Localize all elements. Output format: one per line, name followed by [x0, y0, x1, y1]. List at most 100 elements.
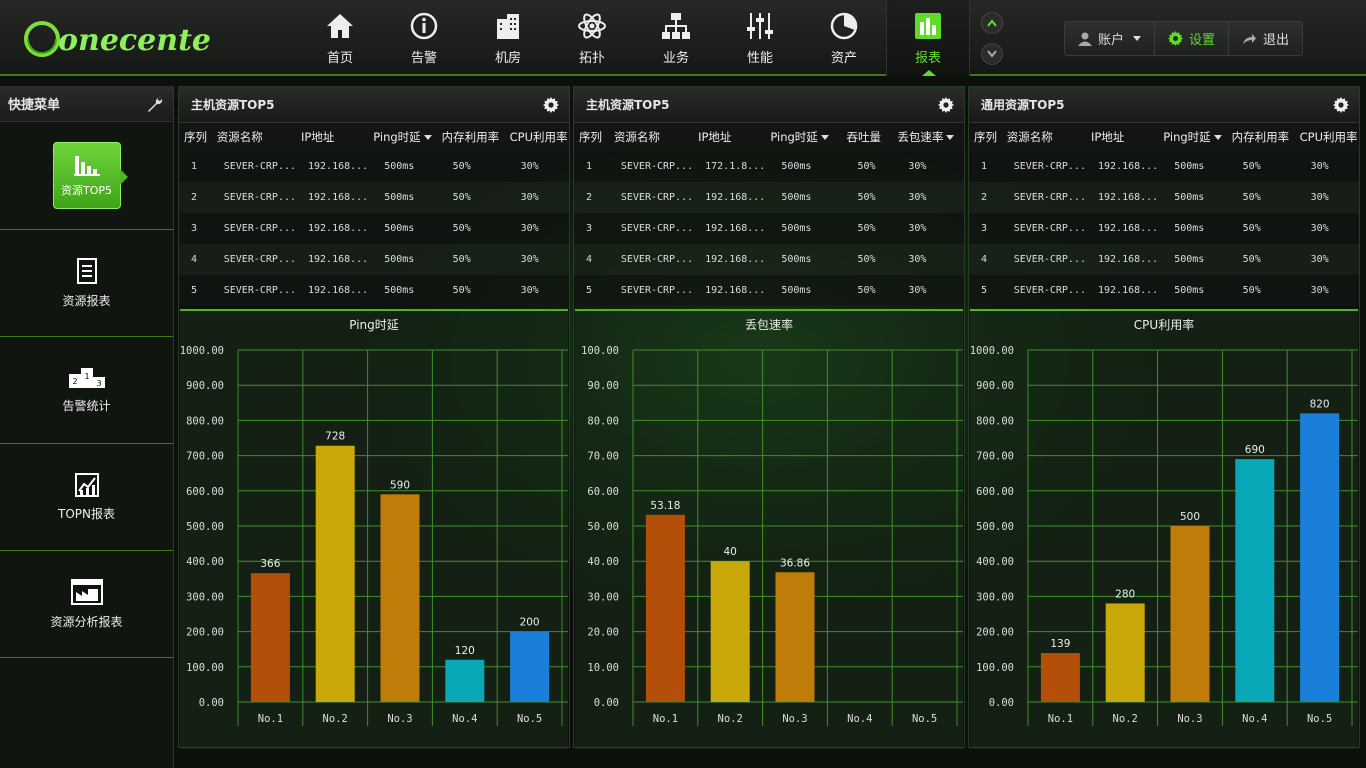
column-header[interactable]: 序列	[574, 123, 609, 151]
y-tick-label: 600.00	[976, 486, 1014, 498]
column-header[interactable]: IP地址	[693, 123, 766, 151]
y-tick-label: 60.00	[587, 486, 619, 498]
sidebar-item-resource-analysis[interactable]: 资源分析报表	[0, 551, 173, 658]
table-row[interactable]: 3 SEVER-CRP... 192.168... 500ms 50% 30%	[969, 213, 1359, 244]
column-header-label: CPU利用率	[1299, 130, 1358, 144]
table-cell: 500ms	[1158, 244, 1227, 275]
bar	[1235, 459, 1275, 702]
table-cell: 30%	[504, 275, 569, 306]
nav-item-home[interactable]: 首页	[298, 0, 382, 76]
account-dropdown[interactable]: 账户	[1065, 22, 1156, 55]
table-row[interactable]: 5 SEVER-CRP... 192.168... 500ms 50% 30%	[574, 275, 964, 306]
table-row[interactable]: 5 SEVER-CRP... 192.168... 500ms 50% 30%	[179, 275, 569, 306]
gear-icon[interactable]	[1333, 96, 1349, 113]
nav-item-label: 机房	[494, 50, 521, 66]
onecenter-logo[interactable]: onecenter	[22, 14, 212, 64]
nav-item-atom[interactable]: 拓扑	[550, 0, 634, 76]
nav-item-hierarchy[interactable]: 业务	[634, 0, 718, 76]
y-tick-label: 0.00	[989, 697, 1014, 709]
nav-item-info[interactable]: 告警	[382, 0, 466, 76]
table-cell: 3	[969, 213, 1002, 244]
sidebar-item-topn-report[interactable]: TOPN报表	[0, 444, 173, 551]
gear-icon[interactable]	[938, 96, 954, 113]
table-row[interactable]: 2 SEVER-CRP... 192.168... 500ms 50% 30%	[574, 182, 964, 213]
column-header[interactable]: IP地址	[295, 123, 369, 151]
x-tick-label: No.1	[653, 713, 678, 725]
table-row[interactable]: 1 SEVER-CRP... 192.168... 500ms 50% 30%	[179, 151, 569, 182]
wrench-icon[interactable]	[147, 96, 163, 112]
nav-item-pie[interactable]: 资产	[802, 0, 886, 76]
panel-header: 通用资源TOP5	[969, 87, 1359, 123]
column-header[interactable]: 资源名称	[1001, 123, 1086, 151]
table-cell: SEVER-CRP...	[608, 213, 694, 244]
bar-chart-icon	[915, 12, 941, 39]
table-row[interactable]: 5 SEVER-CRP... 192.168... 500ms 50% 30%	[969, 275, 1359, 306]
y-tick-label: 0.00	[594, 697, 619, 709]
column-header[interactable]: IP地址	[1085, 123, 1159, 151]
table-cell: 30%	[1294, 213, 1359, 244]
table-cell: 500ms	[765, 244, 842, 275]
sidebar-title: 快捷菜单	[8, 98, 61, 113]
logout-button[interactable]: 退出	[1229, 22, 1302, 55]
sidebar-item-alarm-stats[interactable]: 12 3 告警统计	[0, 337, 173, 444]
panel-title: 主机资源TOP5	[191, 98, 275, 112]
column-header[interactable]: CPU利用率	[504, 123, 569, 151]
table-cell: SEVER-CRP...	[211, 151, 296, 182]
logo-text: onecenter	[58, 23, 212, 58]
sort-caret-icon[interactable]	[423, 135, 432, 140]
column-header[interactable]: 内存利用率	[436, 123, 505, 151]
gear-icon	[1168, 31, 1184, 46]
x-tick-label: No.3	[387, 713, 412, 725]
column-header[interactable]: 丢包速率	[892, 123, 964, 151]
table-row[interactable]: 2 SEVER-CRP... 192.168... 500ms 50% 30%	[969, 182, 1359, 213]
table-row[interactable]: 1 SEVER-CRP... 172.1.8... 500ms 50% 30%	[574, 151, 964, 182]
table-cell: SEVER-CRP...	[211, 213, 296, 244]
table-row[interactable]: 1 SEVER-CRP... 192.168... 500ms 50% 30%	[969, 151, 1359, 182]
nav-item-sliders[interactable]: 性能	[718, 0, 802, 76]
table-cell: 50%	[1226, 151, 1295, 182]
table-row[interactable]: 2 SEVER-CRP... 192.168... 500ms 50% 30%	[179, 182, 569, 213]
nav-item-bar-chart[interactable]: 报表	[886, 0, 970, 76]
sidebar-item-resource-top5[interactable]: 资源TOP5	[0, 122, 173, 230]
sidebar-item-label: 资源分析报表	[50, 614, 123, 629]
bar	[1170, 526, 1210, 702]
table-row[interactable]: 3 SEVER-CRP... 192.168... 500ms 50% 30%	[179, 213, 569, 244]
table-row[interactable]: 4 SEVER-CRP... 192.168... 500ms 50% 30%	[969, 244, 1359, 275]
column-header[interactable]: 资源名称	[608, 123, 694, 151]
column-header[interactable]: Ping时延	[1158, 123, 1227, 151]
column-header[interactable]: 序列	[179, 123, 212, 151]
table-header-row: 序列 资源名称 IP地址 Ping时延 内存利用率 CPU利用率	[969, 123, 1359, 151]
table-row[interactable]: 3 SEVER-CRP... 192.168... 500ms 50% 30%	[574, 213, 964, 244]
nav-item-label: 首页	[326, 50, 353, 66]
column-header[interactable]: CPU利用率	[1294, 123, 1359, 151]
column-header[interactable]: 序列	[969, 123, 1002, 151]
column-header[interactable]: Ping时延	[765, 123, 842, 151]
sort-caret-icon[interactable]	[820, 135, 829, 140]
column-header[interactable]: 资源名称	[211, 123, 296, 151]
sidebar-item-resource-top5-active[interactable]: 资源TOP5	[52, 142, 128, 209]
column-header[interactable]: 内存利用率	[1226, 123, 1295, 151]
table-cell: 500ms	[1158, 275, 1227, 306]
table-cell: 50%	[841, 213, 893, 244]
column-header-label: IP地址	[300, 130, 335, 144]
settings-button[interactable]: 设置	[1155, 22, 1230, 55]
scroll-up-button[interactable]	[981, 12, 1003, 34]
column-header[interactable]: 吞吐量	[841, 123, 893, 151]
table-row[interactable]: 4 SEVER-CRP... 192.168... 500ms 50% 30%	[179, 244, 569, 275]
x-tick-label: No.4	[1242, 713, 1267, 725]
top-navigation-bar: onecenter 首页 告警 机房 拓扑 业务 性能 资产 报表 账户 设置 退出	[0, 0, 1366, 76]
sidebar-item-resource-report[interactable]: 资源报表	[0, 230, 173, 337]
gear-icon[interactable]	[543, 96, 559, 113]
sort-caret-icon[interactable]	[946, 135, 955, 140]
sort-caret-icon[interactable]	[1213, 135, 1222, 140]
column-header[interactable]: Ping时延	[368, 123, 437, 151]
table-row[interactable]: 4 SEVER-CRP... 192.168... 500ms 50% 30%	[574, 244, 964, 275]
x-tick-label: No.3	[782, 713, 807, 725]
nav-item-building[interactable]: 机房	[466, 0, 550, 76]
scroll-down-button[interactable]	[981, 43, 1003, 65]
data-label: 120	[455, 645, 475, 657]
table-cell: 192.168...	[295, 151, 369, 182]
data-label: 728	[325, 431, 345, 443]
info-icon	[410, 12, 438, 39]
y-tick-label: 10.00	[587, 662, 619, 674]
